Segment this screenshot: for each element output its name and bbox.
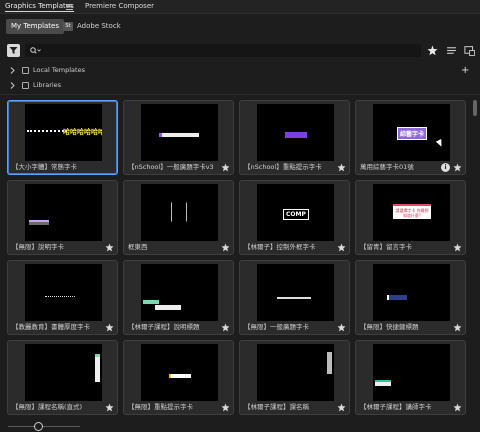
favorite-star-icon[interactable] bbox=[105, 323, 114, 332]
template-name: 【nSchool】一般廣題字卡v3 bbox=[128, 163, 214, 171]
panel-header: Graphics Templates Premiere Composer bbox=[0, 0, 480, 14]
template-name: 【林爾子課程】課名稱 bbox=[244, 403, 309, 411]
template-thumbnail: 請選擇字卡 你最想知道什麼? bbox=[373, 184, 450, 241]
template-card[interactable]: 框東西 bbox=[123, 180, 234, 255]
template-name: 【無限】快捷鍵標題 bbox=[360, 323, 419, 331]
chevron-right-icon[interactable] bbox=[10, 82, 15, 89]
template-name: 【無限】課程名稱(直式) bbox=[12, 403, 83, 411]
cursor-icon bbox=[435, 139, 445, 148]
favorite-star-icon[interactable] bbox=[221, 403, 230, 412]
folder-label: Local Templates bbox=[33, 66, 85, 74]
adobe-stock-label: Adobe Stock bbox=[77, 22, 121, 30]
template-card[interactable]: 【教麗教育】書體厚度字卡 bbox=[7, 260, 118, 335]
template-name: 【林爾子】控制外框字卡 bbox=[244, 243, 316, 251]
template-thumbnail bbox=[257, 264, 334, 321]
new-bin-icon[interactable] bbox=[464, 45, 475, 56]
template-card[interactable]: 【林爾子課程】講師字卡 bbox=[355, 340, 466, 415]
grid-scrollbar-track[interactable] bbox=[473, 100, 477, 416]
template-name: 【無限】一般廣題字卡 bbox=[244, 323, 309, 331]
template-grid: 哈哈哈哈哈哈 【大小字體】常態字卡 【nSchool】一般廣題字卡v3 【nSc… bbox=[7, 100, 471, 416]
template-name: 【留青】留言字卡 bbox=[360, 243, 412, 251]
folder-label: Libraries bbox=[33, 81, 62, 89]
template-thumbnail bbox=[141, 344, 218, 401]
template-thumbnail bbox=[257, 104, 334, 161]
template-name: 【大小字體】常態字卡 bbox=[12, 163, 77, 171]
template-name: 【nSchool】重點提示字卡 bbox=[244, 163, 322, 171]
template-thumbnail bbox=[25, 344, 102, 401]
template-card[interactable]: 【nSchool】重點提示字卡 bbox=[239, 100, 350, 175]
filter-button[interactable] bbox=[7, 44, 20, 57]
libraries-checkbox[interactable] bbox=[22, 82, 29, 89]
template-name: 框東西 bbox=[128, 243, 148, 251]
template-card[interactable]: 【無限】說明字卡 bbox=[7, 180, 118, 255]
favorite-star-icon[interactable] bbox=[453, 323, 462, 332]
panel-menu-icon[interactable] bbox=[66, 2, 73, 10]
thumb-caption: 綜藝字卡 bbox=[397, 127, 428, 140]
template-thumbnail: 哈哈哈哈哈哈 bbox=[25, 104, 102, 161]
list-view-icon[interactable] bbox=[446, 45, 457, 56]
template-thumbnail bbox=[25, 184, 102, 241]
favorite-star-icon[interactable] bbox=[221, 243, 230, 252]
template-card[interactable]: 【nSchool】一般廣題字卡v3 bbox=[123, 100, 234, 175]
favorites-star-icon[interactable] bbox=[427, 45, 438, 56]
template-thumbnail: 綜藝字卡 bbox=[373, 104, 450, 161]
favorite-star-icon[interactable] bbox=[221, 163, 230, 172]
favorite-star-icon[interactable] bbox=[337, 323, 346, 332]
thumbnail-size-slider-handle[interactable] bbox=[33, 422, 43, 431]
template-card[interactable]: 【林爾子課程】課名稱 bbox=[239, 340, 350, 415]
template-name: 【無限】重點提示字卡 bbox=[128, 403, 193, 411]
add-folder-icon[interactable]: + bbox=[461, 66, 469, 76]
search-input[interactable] bbox=[25, 44, 421, 57]
template-card[interactable]: 哈哈哈哈哈哈 【大小字體】常態字卡 bbox=[7, 100, 118, 175]
template-card[interactable]: 綜藝字卡 萬用綜藝字卡01號 i bbox=[355, 100, 466, 175]
favorite-star-icon[interactable] bbox=[337, 243, 346, 252]
thumb-caption: 請選擇字卡 你最想知道什麼? bbox=[393, 204, 431, 219]
template-name: 萬用綜藝字卡01號 bbox=[360, 163, 414, 171]
local-templates-checkbox[interactable] bbox=[22, 67, 29, 74]
template-thumbnail bbox=[25, 264, 102, 321]
template-card[interactable]: 【林爾子課程】說明標題 bbox=[123, 260, 234, 335]
tab-adobe-stock[interactable]: St Adobe Stock bbox=[58, 19, 126, 34]
template-card[interactable]: 【無限】快捷鍵標題 bbox=[355, 260, 466, 335]
template-card[interactable]: 請選擇字卡 你最想知道什麼? 【留青】留言字卡 bbox=[355, 180, 466, 255]
search-icon bbox=[30, 47, 41, 54]
favorite-star-icon[interactable] bbox=[337, 403, 346, 412]
favorite-star-icon[interactable] bbox=[105, 243, 114, 252]
template-thumbnail: COMP bbox=[257, 184, 334, 241]
template-name: 【林爾子課程】說明標題 bbox=[128, 323, 200, 331]
template-card[interactable]: 【無限】課程名稱(直式) bbox=[7, 340, 118, 415]
template-name: 【林爾子課程】講師字卡 bbox=[360, 403, 432, 411]
template-card[interactable]: COMP 【林爾子】控制外框字卡 bbox=[239, 180, 350, 255]
template-card[interactable]: 【無限】重點提示字卡 bbox=[123, 340, 234, 415]
template-thumbnail bbox=[141, 104, 218, 161]
info-icon[interactable]: i bbox=[441, 163, 450, 172]
adobe-stock-icon: St bbox=[63, 21, 73, 31]
template-card[interactable]: 【無限】一般廣題字卡 bbox=[239, 260, 350, 335]
chevron-right-icon[interactable] bbox=[10, 67, 15, 74]
folder-local-templates[interactable]: Local Templates + bbox=[0, 64, 480, 78]
filter-icon bbox=[9, 47, 18, 54]
favorite-star-icon[interactable] bbox=[453, 163, 462, 172]
template-thumbnail bbox=[257, 344, 334, 401]
template-name: 【教麗教育】書體厚度字卡 bbox=[12, 323, 90, 331]
favorite-star-icon[interactable] bbox=[453, 403, 462, 412]
favorite-star-icon[interactable] bbox=[337, 163, 346, 172]
thumb-caption: COMP bbox=[283, 209, 309, 220]
tab-my-templates[interactable]: My Templates bbox=[6, 19, 64, 34]
tab-premiere-composer[interactable]: Premiere Composer bbox=[85, 2, 154, 10]
thumbnail-size-slider[interactable] bbox=[8, 426, 80, 427]
grid-scrollbar-thumb[interactable] bbox=[473, 100, 477, 116]
favorite-star-icon[interactable] bbox=[105, 403, 114, 412]
template-thumbnail bbox=[141, 184, 218, 241]
tab-graphics-templates[interactable]: Graphics Templates bbox=[5, 2, 74, 12]
favorite-star-icon[interactable] bbox=[221, 323, 230, 332]
folder-libraries[interactable]: Libraries bbox=[0, 79, 480, 93]
template-name: 【無限】說明字卡 bbox=[12, 243, 64, 251]
divider bbox=[0, 94, 480, 95]
template-thumbnail bbox=[141, 264, 218, 321]
thumb-caption: 哈哈哈哈哈哈 bbox=[63, 128, 102, 136]
favorite-star-icon[interactable] bbox=[453, 243, 462, 252]
template-thumbnail bbox=[373, 264, 450, 321]
template-thumbnail bbox=[373, 344, 450, 401]
